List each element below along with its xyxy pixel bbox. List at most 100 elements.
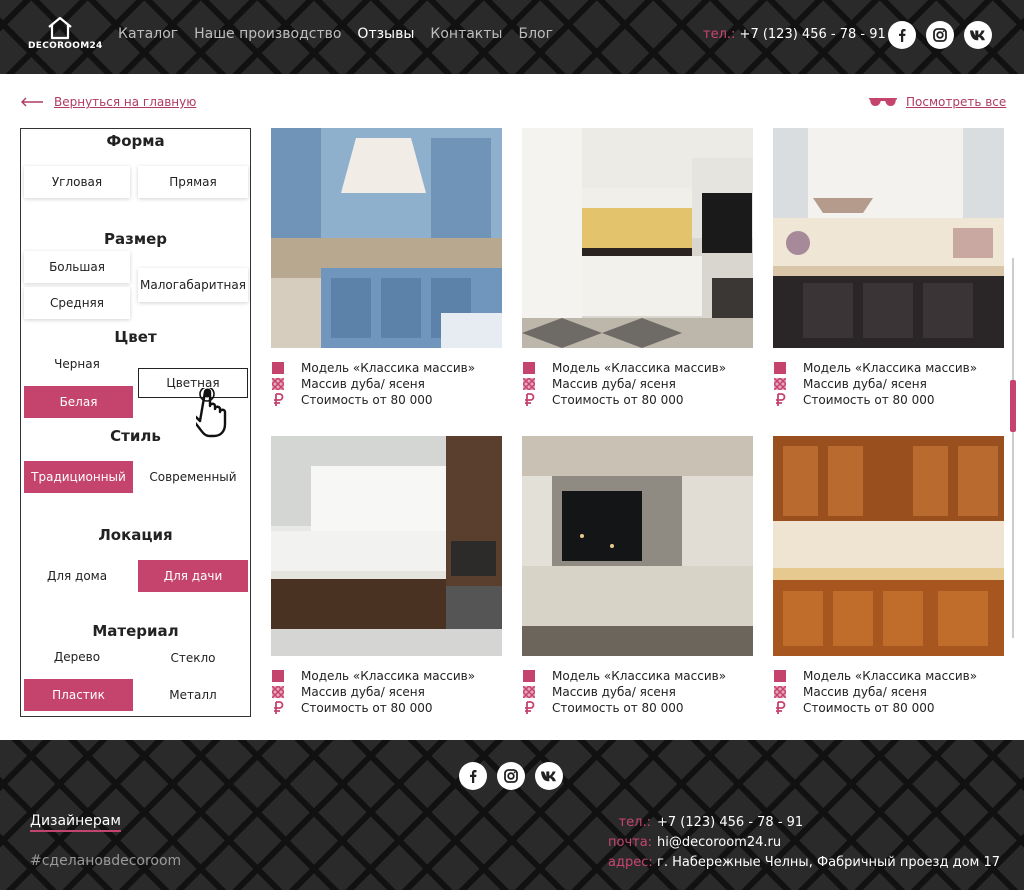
ruble-icon [773, 393, 787, 407]
footer-address: г. Набережные Челны, Фабричный проезд до… [657, 855, 1001, 870]
product-material: Массив дуба/ ясеня [522, 376, 753, 392]
filter-color-title: Цвет [114, 328, 157, 346]
pattern-icon [773, 377, 787, 391]
product-model: Модель «Классика массив» [271, 360, 502, 376]
product-card[interactable]: Модель «Классика массив» Массив дуба/ яс… [522, 436, 753, 716]
square-icon [522, 361, 536, 375]
ruble-icon [522, 393, 536, 407]
product-photo[interactable] [773, 128, 1004, 348]
vk-icon [541, 771, 556, 782]
filter-size-medium[interactable]: Средняя [24, 287, 130, 319]
product-material: Массив дуба/ ясеня [271, 684, 502, 700]
arrow-left-icon [21, 97, 43, 107]
nav-item-blog[interactable]: Блог [518, 26, 552, 42]
facebook-icon [899, 29, 906, 42]
product-model: Модель «Классика массив» [773, 360, 1004, 376]
footer-phone: +7 (123) 456 - 78 - 91 [657, 815, 804, 830]
square-icon [773, 669, 787, 683]
logo-text: DECOROOM24 [28, 41, 103, 51]
nav-item-production[interactable]: Наше производство [194, 26, 341, 42]
filter-style-modern[interactable]: Современный [138, 461, 248, 493]
filter-size-large[interactable]: Большая [24, 251, 130, 283]
product-photo[interactable] [271, 128, 502, 348]
vk-icon [970, 30, 985, 41]
pattern-icon [522, 377, 536, 391]
filter-material-wood[interactable]: Дерево [24, 641, 130, 673]
footer-address-label: адрес: [608, 855, 653, 870]
product-model: Модель «Классика массив» [773, 668, 1004, 684]
product-card[interactable]: Модель «Классика массив» Массив дуба/ яс… [271, 128, 502, 408]
ruble-icon [271, 393, 285, 407]
nav-item-contacts[interactable]: Контакты [430, 26, 502, 42]
filter-shape-title: Форма [106, 132, 165, 150]
filter-size-title: Размер [103, 230, 167, 248]
footer-email-row[interactable]: почта: hi@decoroom24.ru [608, 833, 1000, 853]
main-nav: Каталог Наше производство Отзывы Контакт… [118, 26, 553, 42]
nav-item-catalog[interactable]: Каталог [118, 26, 178, 42]
pattern-icon [271, 685, 285, 699]
filter-location-home[interactable]: Для дома [24, 560, 130, 592]
footer-phone-row[interactable]: тел.: +7 (123) 456 - 78 - 91 [608, 813, 1000, 833]
footer-address-row: адрес: г. Набережные Челны, Фабричный пр… [608, 853, 1000, 873]
square-icon [271, 361, 285, 375]
product-photo[interactable] [773, 436, 1004, 656]
back-to-home-link[interactable]: Вернуться на главную [20, 95, 196, 109]
footer-email-label: почта: [608, 835, 653, 850]
phone-label: тел.: [703, 27, 736, 42]
hand-pointer-icon [196, 388, 227, 438]
product-material: Массив дуба/ ясеня [773, 376, 1004, 392]
pattern-icon [773, 685, 787, 699]
scrollbar-track[interactable] [1012, 258, 1014, 638]
product-model: Модель «Классика массив» [271, 668, 502, 684]
product-price: Стоимость от 80 000 [271, 392, 502, 408]
logo[interactable]: DECOROOM24 [28, 16, 103, 60]
product-photo[interactable] [522, 128, 753, 348]
product-card[interactable]: Модель «Классика массив» Массив дуба/ яс… [773, 436, 1004, 716]
site-header: DECOROOM24 Каталог Наше производство Отз… [0, 0, 1024, 74]
site-footer: Дизайнерам #сделановdecoroom тел.: +7 (1… [0, 740, 1024, 890]
footer-vk-button[interactable] [535, 762, 563, 790]
view-all-link[interactable]: Посмотреть все [868, 95, 1006, 109]
filter-size-compact[interactable]: Малогабаритная [138, 268, 248, 302]
product-material: Массив дуба/ ясеня [271, 376, 502, 392]
product-card[interactable]: Модель «Классика массив» Массив дуба/ яс… [522, 128, 753, 408]
instagram-button[interactable] [926, 21, 954, 49]
glasses-icon [869, 98, 897, 106]
header-phone[interactable]: тел.: +7 (123) 456 - 78 - 91 [703, 27, 886, 42]
filter-location-dacha[interactable]: Для дачи [138, 560, 248, 592]
filter-material-metal[interactable]: Металл [138, 679, 248, 711]
footer-facebook-button[interactable] [459, 762, 487, 790]
square-icon [773, 361, 787, 375]
hashtag-text: #сделановdecoroom [30, 853, 182, 869]
vk-button[interactable] [964, 21, 992, 49]
filter-material-plastic[interactable]: Пластик [24, 679, 133, 711]
footer-email: hi@decoroom24.ru [657, 835, 782, 850]
ruble-icon [773, 701, 787, 715]
nav-item-reviews[interactable]: Отзывы [357, 26, 414, 42]
product-model: Модель «Классика массив» [522, 360, 753, 376]
product-photo[interactable] [522, 436, 753, 656]
footer-contacts: тел.: +7 (123) 456 - 78 - 91 почта: hi@d… [608, 813, 1000, 873]
product-card[interactable]: Модель «Классика массив» Массив дуба/ яс… [271, 436, 502, 716]
product-photo[interactable] [271, 436, 502, 656]
designers-link[interactable]: Дизайнерам [30, 813, 121, 832]
phone-number: +7 (123) 456 - 78 - 91 [739, 27, 886, 42]
pattern-icon [522, 685, 536, 699]
filter-shape-corner[interactable]: Угловая [24, 166, 130, 198]
scrollbar-thumb[interactable] [1010, 380, 1016, 432]
facebook-icon [470, 770, 477, 783]
square-icon [271, 669, 285, 683]
footer-instagram-button[interactable] [497, 762, 525, 790]
product-material: Массив дуба/ ясеня [522, 684, 753, 700]
filter-material-title: Материал [92, 622, 179, 640]
product-price: Стоимость от 80 000 [773, 392, 1004, 408]
filter-material-glass[interactable]: Стекло [138, 642, 248, 674]
filter-color-white[interactable]: Белая [24, 386, 133, 418]
filter-shape-straight[interactable]: Прямая [138, 166, 248, 198]
filter-style-traditional[interactable]: Традиционный [24, 461, 133, 493]
filter-location-title: Локация [98, 526, 173, 544]
product-card[interactable]: Модель «Классика массив» Массив дуба/ яс… [773, 128, 1004, 408]
facebook-button[interactable] [888, 21, 916, 49]
filter-color-black[interactable]: Черная [24, 348, 130, 380]
instagram-icon [933, 28, 947, 42]
